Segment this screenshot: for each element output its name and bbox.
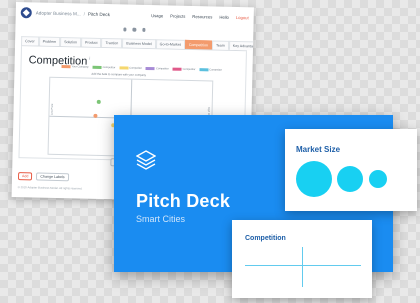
- legend-label: Competitor: [209, 68, 223, 72]
- app-logo-icon[interactable]: [20, 6, 32, 18]
- legend-swatch: [172, 67, 182, 71]
- tab-product[interactable]: Product: [80, 37, 102, 47]
- legend-swatch: [119, 66, 129, 70]
- competition-card-title: Competition: [245, 235, 286, 242]
- menu-item-usage[interactable]: Usage: [151, 13, 163, 18]
- chart-note: Add the beta to compare with your compan…: [91, 71, 147, 77]
- menu-item-hello[interactable]: Hello: [219, 14, 229, 19]
- legend-item: Competitor: [92, 65, 116, 70]
- legend-item: Competitor: [119, 66, 142, 70]
- competition-card-horizontal-axis: [245, 265, 361, 266]
- tab-solution[interactable]: Solution: [59, 37, 82, 47]
- chart-point[interactable]: [96, 99, 101, 104]
- legend-label: Competitor: [182, 67, 196, 72]
- chart-point[interactable]: [93, 113, 98, 118]
- legend-label: Competitor: [102, 65, 116, 70]
- info-icon[interactable]: i: [89, 56, 90, 61]
- market-circle-medium: [337, 166, 363, 192]
- market-size-title: Market Size: [296, 145, 341, 154]
- legend-label: Competitor: [155, 67, 169, 71]
- market-circle-large: [296, 161, 332, 197]
- share-icon[interactable]: [132, 27, 137, 32]
- hero-subtitle: Smart Cities: [136, 214, 186, 224]
- legend-swatch: [145, 67, 155, 70]
- tab-team[interactable]: Team: [211, 40, 229, 50]
- footer-text: © 2020 Adopter Business Model. All right…: [17, 185, 83, 191]
- bottom-actions: Add Change Labels: [17, 172, 69, 182]
- market-size-card[interactable]: Market Size: [285, 129, 417, 211]
- menu-item-projects[interactable]: Projects: [170, 13, 185, 18]
- change-labels-button[interactable]: Change Labels: [36, 172, 69, 182]
- tab-key-advantages[interactable]: Key Advantages: [228, 40, 254, 51]
- tab-competition[interactable]: Competition: [184, 39, 213, 50]
- layers-icon: [136, 150, 156, 170]
- top-menu: Usage Projects Resources Hello Logout: [151, 13, 249, 20]
- tab-business-model[interactable]: Business Model: [122, 38, 156, 49]
- legend-swatch: [199, 68, 209, 72]
- menu-item-resources[interactable]: Resources: [192, 14, 212, 19]
- legend-swatch: [61, 65, 71, 69]
- settings-icon[interactable]: [142, 28, 146, 32]
- tab-cover[interactable]: Cover: [21, 36, 39, 46]
- axis-label-left: Low Price: [50, 103, 54, 116]
- tab-traction[interactable]: Traction: [101, 37, 123, 48]
- legend-item: Your Company: [61, 65, 89, 69]
- add-button[interactable]: Add: [17, 172, 33, 181]
- legend-swatch: [92, 66, 102, 69]
- competition-card[interactable]: Competition: [232, 220, 372, 298]
- legend-label: Competitor: [129, 66, 142, 70]
- legend-item: Competitor: [172, 67, 196, 72]
- legend-label: Your Company: [71, 65, 89, 69]
- hero-title: Pitch Deck: [136, 191, 231, 211]
- print-icon[interactable]: [123, 27, 127, 32]
- tab-go-to-market[interactable]: Go-to-Market: [155, 39, 185, 49]
- logout-link[interactable]: Logout: [236, 14, 249, 19]
- market-circle-small: [369, 170, 387, 188]
- competition-card-vertical-axis: [302, 247, 303, 287]
- breadcrumb-project[interactable]: Adopter Business M...: [36, 10, 81, 16]
- legend-item: Competitor: [199, 68, 222, 72]
- chart-legend: Your Company Competitor Competitor Competit…: [61, 65, 222, 72]
- legend-item: Competitor: [145, 67, 169, 71]
- breadcrumb-separator: /: [83, 11, 86, 17]
- tab-problem[interactable]: Problem: [38, 36, 61, 47]
- breadcrumb-current: Pitch Deck: [87, 11, 110, 17]
